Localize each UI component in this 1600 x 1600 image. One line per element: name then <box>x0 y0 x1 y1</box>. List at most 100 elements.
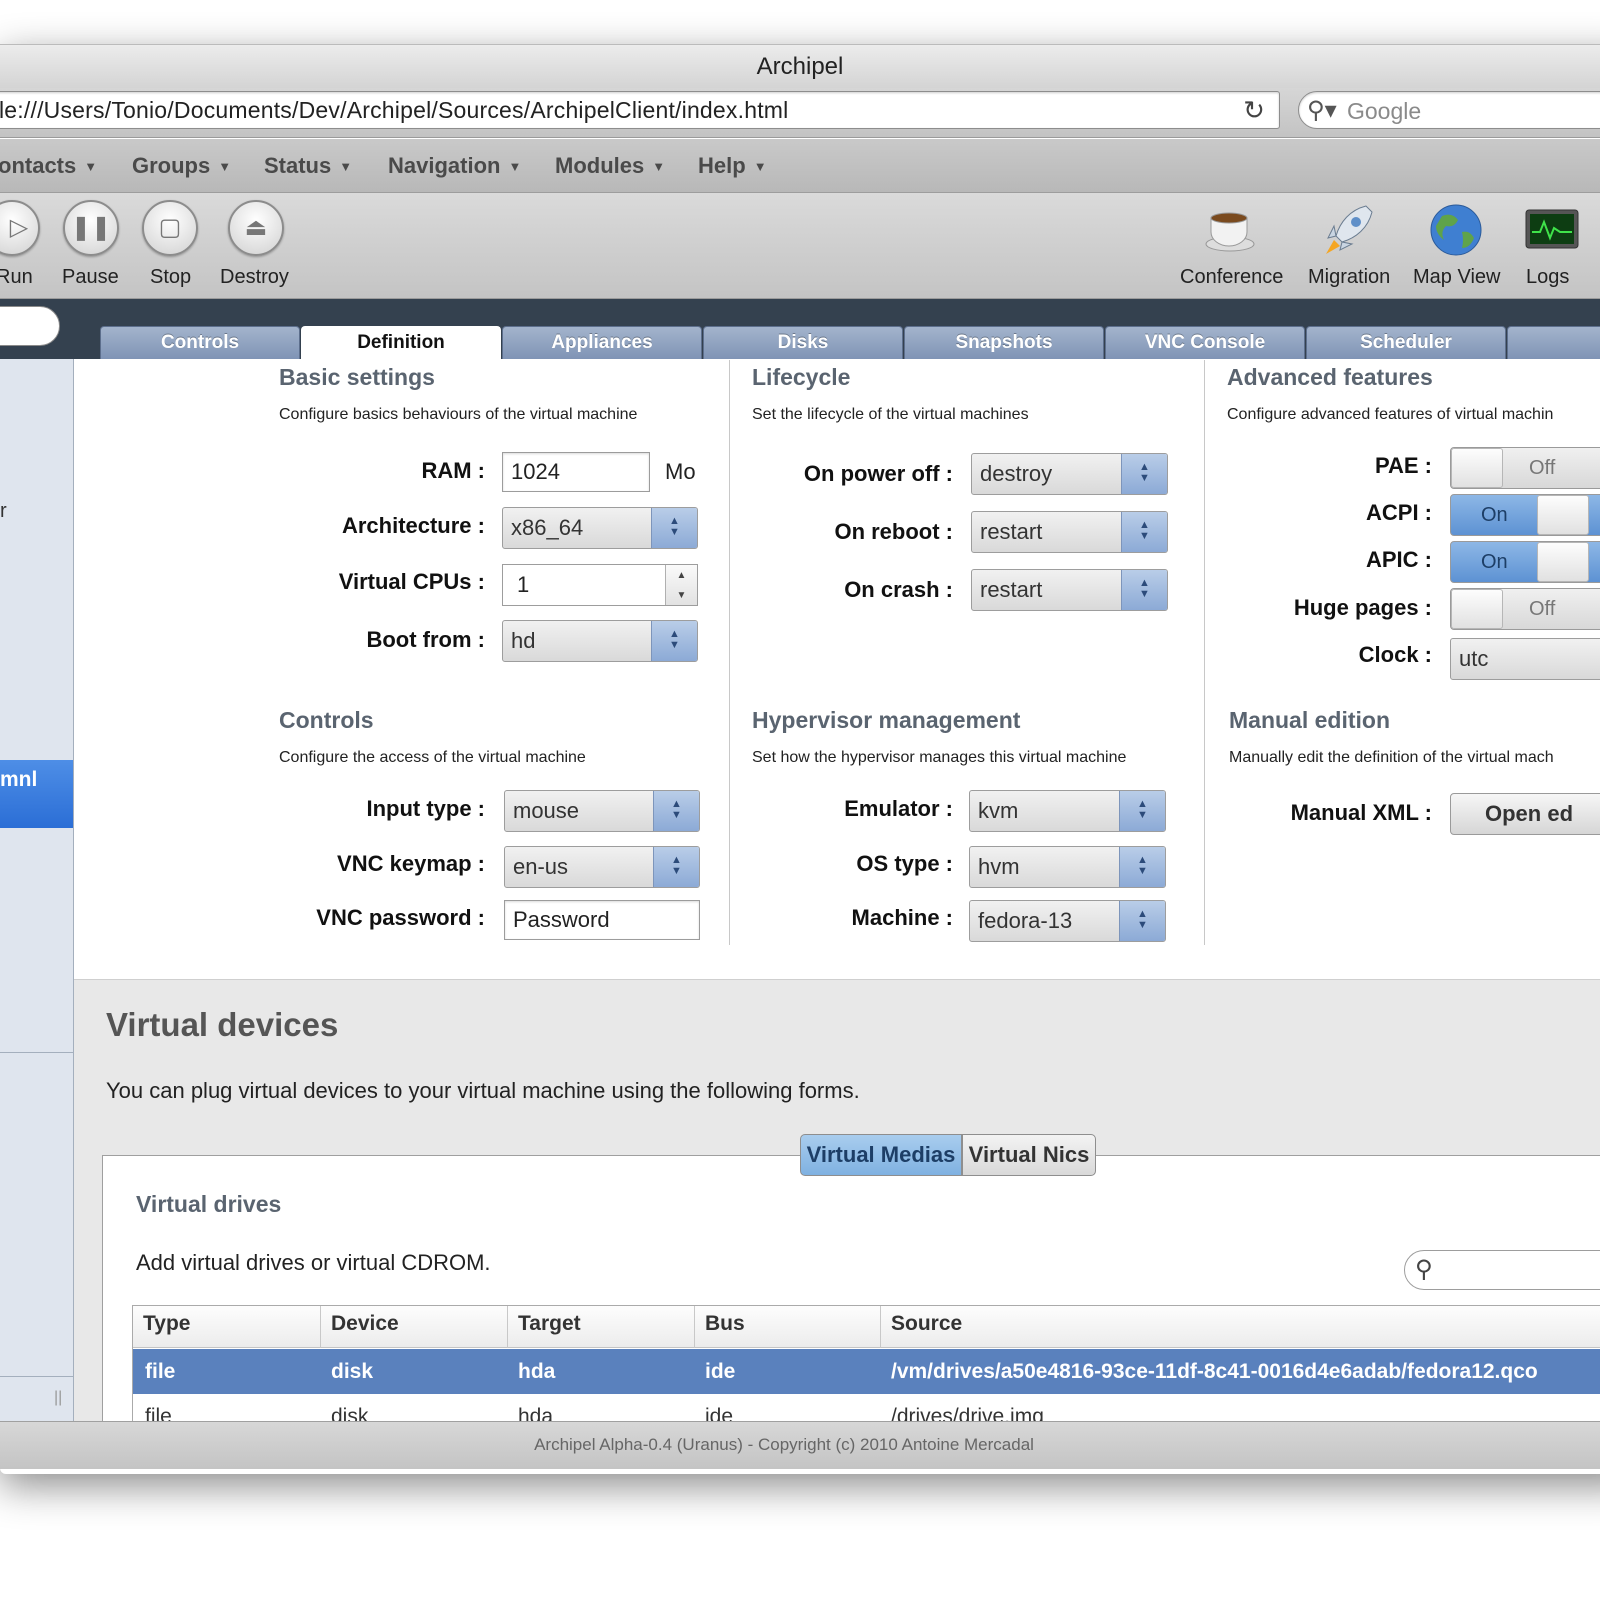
tab-appliances[interactable]: Appliances <box>502 326 702 359</box>
vnc-password-input[interactable]: Password <box>504 900 700 940</box>
clock-select[interactable]: utc <box>1450 638 1600 680</box>
globe-icon[interactable] <box>1428 202 1484 258</box>
menu-help[interactable]: Help ▼ <box>698 153 767 179</box>
rocket-icon[interactable] <box>1320 202 1376 258</box>
menu-status[interactable]: Status ▼ <box>264 153 352 179</box>
on-crash-label: On crash : <box>844 577 953 602</box>
tab-disks[interactable]: Disks <box>703 326 903 359</box>
google-search-field[interactable]: ⚲▾ Google <box>1298 91 1600 129</box>
reload-icon[interactable]: ↻ <box>1240 96 1268 124</box>
run-button[interactable]: ▷ <box>0 200 40 256</box>
footer-bar: Archipel Alpha-0.4 (Uranus) - Copyright … <box>0 1421 1600 1469</box>
vnc-keymap-select[interactable]: en-us ▲ ▼ <box>504 846 700 888</box>
sidebar-search-input[interactable] <box>0 306 60 346</box>
lifecycle-desc: Set the lifecycle of the virtual machine… <box>752 406 1029 423</box>
menu-label: Groups <box>132 153 211 178</box>
on-crash-value: restart <box>980 577 1043 602</box>
select-arrows-icon: ▲ ▼ <box>1121 512 1167 552</box>
manual-xml-label: Manual XML : <box>1290 800 1432 825</box>
stop-button[interactable]: ▢ <box>142 200 198 256</box>
on-reboot-select[interactable]: restart ▲ ▼ <box>971 511 1168 553</box>
monitor-icon[interactable] <box>1524 202 1580 258</box>
advanced-features-desc: Configure advanced features of virtual m… <box>1227 406 1554 423</box>
drives-search-input[interactable]: ⚲ <box>1404 1250 1600 1290</box>
basic-settings-desc: Configure basics behaviours of the virtu… <box>279 406 638 423</box>
tab-scheduler[interactable]: Scheduler <box>1306 326 1506 359</box>
title-bar: Archipel <box>0 44 1600 88</box>
stop-icon: ▢ <box>158 214 182 241</box>
ram-input[interactable]: 1024 <box>502 452 650 492</box>
column-header-target[interactable]: Target <box>518 1312 581 1336</box>
menu-modules[interactable]: Modules ▼ <box>555 153 665 179</box>
menu-bar <box>0 139 1600 193</box>
architecture-select[interactable]: x86_64 ▲ ▼ <box>502 507 698 549</box>
tab-virtual-nics[interactable]: Virtual Nics <box>962 1134 1096 1176</box>
column-header-source[interactable]: Source <box>891 1312 962 1336</box>
pae-toggle[interactable]: Off <box>1450 447 1600 489</box>
on-power-off-select[interactable]: destroy ▲ ▼ <box>971 453 1168 495</box>
boot-from-value: hd <box>511 628 536 653</box>
on-reboot-value: restart <box>980 519 1043 544</box>
sidebar-item-selected[interactable]: mnl <box>0 760 73 828</box>
browser-window: Archipel le:///Users/Tonio/Documents/Dev… <box>0 0 1600 1600</box>
logs-label: Logs <box>1526 266 1570 288</box>
menu-groups[interactable]: Groups ▼ <box>132 153 231 179</box>
search-icon: ⚲ <box>1415 1256 1433 1283</box>
chevron-down-icon: ▼ <box>652 159 666 174</box>
tab-virtual-medias[interactable]: Virtual Medias <box>800 1134 962 1176</box>
machine-select[interactable]: fedora-13 ▲ ▼ <box>969 900 1166 942</box>
run-label: Run <box>0 266 33 288</box>
select-arrows-icon: ▲ ▼ <box>1121 570 1167 610</box>
column-header-device[interactable]: Device <box>331 1312 399 1336</box>
apic-toggle[interactable]: On <box>1450 541 1600 583</box>
tab-more[interactable] <box>1507 326 1600 359</box>
open-editor-button[interactable]: Open ed <box>1450 793 1600 835</box>
resize-grip-icon[interactable]: || <box>54 1389 62 1407</box>
acpi-toggle[interactable]: On <box>1450 494 1600 536</box>
menu-navigation[interactable]: Navigation ▼ <box>388 153 521 179</box>
emulator-label: Emulator : <box>844 796 953 821</box>
migration-label: Migration <box>1308 266 1391 288</box>
tab-vnc-console[interactable]: VNC Console <box>1105 326 1305 359</box>
architecture-label: Architecture : <box>341 513 485 538</box>
select-arrows-icon: ▲ ▼ <box>653 847 699 887</box>
select-arrows-icon: ▲ ▼ <box>1119 847 1165 887</box>
boot-from-select[interactable]: hd ▲ ▼ <box>502 620 698 662</box>
menu-label: Status <box>264 153 332 178</box>
tab-snapshots[interactable]: Snapshots <box>904 326 1104 359</box>
vnc-keymap-value: en-us <box>513 854 569 879</box>
pae-value: Off <box>1529 457 1556 479</box>
input-type-select[interactable]: mouse ▲ ▼ <box>504 790 700 832</box>
select-arrows-icon: ▲ ▼ <box>1119 901 1165 941</box>
sidebar-item-label: mnl <box>0 768 38 791</box>
sidebar-divider <box>0 1052 73 1053</box>
column-header-type[interactable]: Type <box>143 1312 190 1336</box>
huge-pages-toggle[interactable]: Off <box>1450 588 1600 630</box>
on-crash-select[interactable]: restart ▲ ▼ <box>971 569 1168 611</box>
menu-contacts[interactable]: ontacts ▼ <box>0 153 97 179</box>
basic-settings-title: Basic settings <box>279 364 435 390</box>
definition-panel <box>74 359 1600 979</box>
destroy-label: Destroy <box>220 266 289 288</box>
tab-controls[interactable]: Controls <box>100 326 300 359</box>
huge-pages-label: Huge pages : <box>1293 595 1432 620</box>
column-header-bus[interactable]: Bus <box>705 1312 745 1336</box>
emulator-select[interactable]: kvm ▲ ▼ <box>969 790 1166 832</box>
url-field[interactable]: le:///Users/Tonio/Documents/Dev/Archipel… <box>0 91 1280 129</box>
virtual-cpus-stepper[interactable]: 1 ▲ ▼ <box>502 564 698 606</box>
pause-button[interactable]: ❚❚ <box>63 200 119 256</box>
window-title: Archipel <box>756 53 844 80</box>
vnc-keymap-label: VNC keymap : <box>337 851 485 876</box>
stepper-arrows-icon[interactable]: ▲ ▼ <box>665 565 697 605</box>
coffee-cup-icon[interactable] <box>1202 202 1258 258</box>
column-separator <box>880 1306 881 1348</box>
toggle-knob <box>1451 589 1503 629</box>
destroy-button[interactable]: ⏏ <box>228 200 284 256</box>
clock-value: utc <box>1459 646 1489 671</box>
os-type-select[interactable]: hvm ▲ ▼ <box>969 846 1166 888</box>
sidebar-item-partial[interactable]: r <box>0 500 7 523</box>
on-reboot-label: On reboot : <box>834 519 953 544</box>
tab-definition[interactable]: Definition <box>301 326 501 359</box>
menu-label: Help <box>698 153 746 178</box>
apic-value: On <box>1481 551 1508 573</box>
